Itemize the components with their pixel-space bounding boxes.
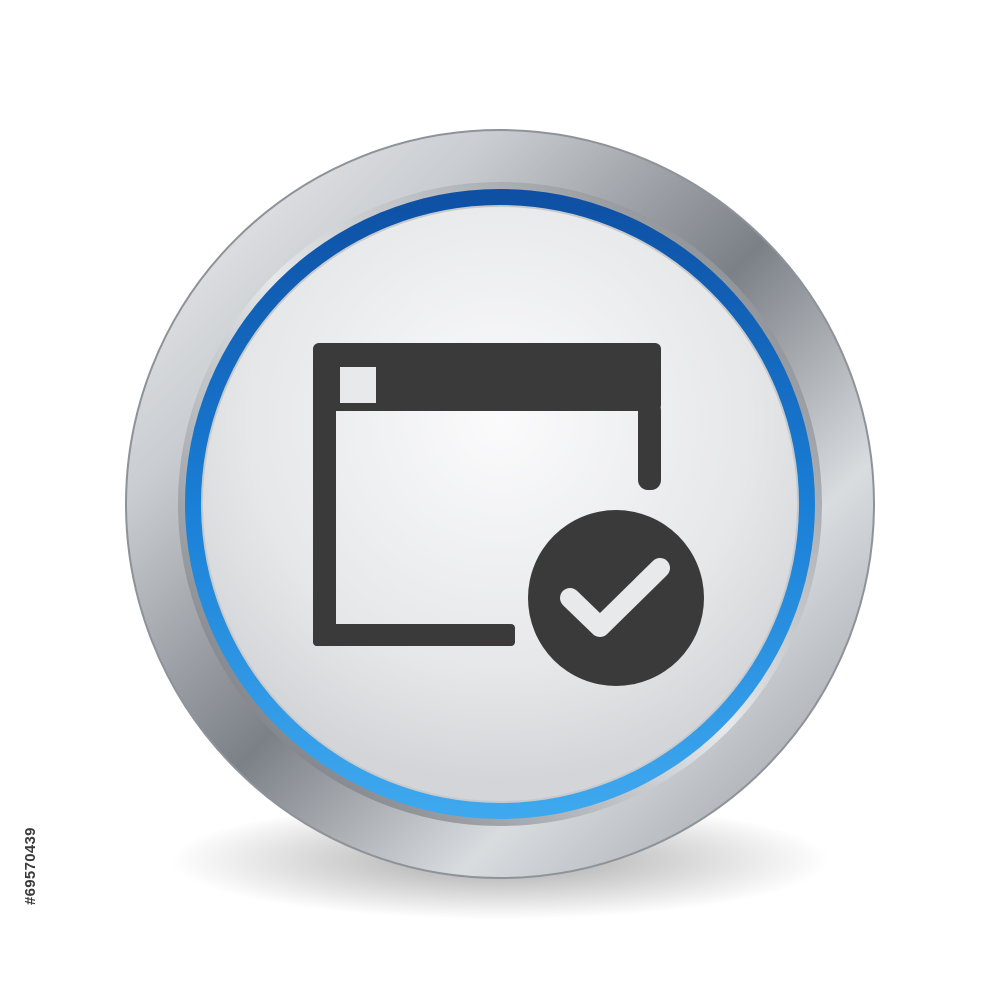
- window-right-wall: [638, 400, 661, 490]
- icon-button-canvas: #69570439: [0, 0, 1000, 1000]
- button-face: [201, 205, 799, 803]
- window-bottom-wall: [313, 624, 515, 646]
- stock-id-label: #69570439: [22, 827, 39, 905]
- checkmark-badge-icon: [528, 510, 704, 686]
- window-left-wall: [313, 400, 336, 646]
- window-control-square: [340, 367, 376, 403]
- round-web-button[interactable]: [0, 0, 1000, 1000]
